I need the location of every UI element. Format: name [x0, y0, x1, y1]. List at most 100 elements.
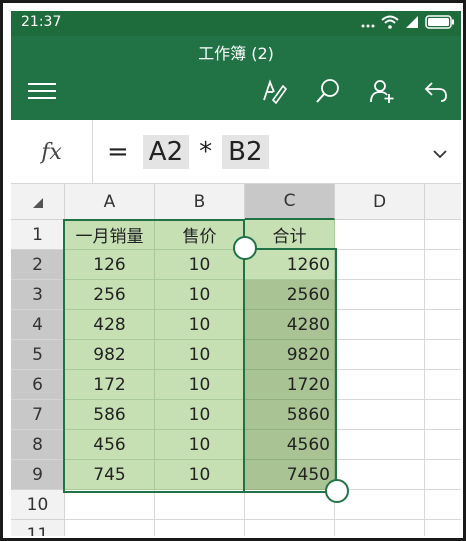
- cell-d3[interactable]: [335, 280, 425, 310]
- undo-button[interactable]: [421, 76, 451, 106]
- row-header-3[interactable]: 3: [11, 280, 65, 310]
- cell-a1[interactable]: 一月销量: [65, 220, 155, 250]
- cell-d4[interactable]: [335, 310, 425, 340]
- cell-blank[interactable]: [425, 460, 461, 490]
- cell-b5[interactable]: 10: [155, 340, 245, 370]
- cell-d9[interactable]: [335, 460, 425, 490]
- select-all-triangle-icon: [33, 198, 43, 208]
- column-header-blank[interactable]: [425, 184, 461, 220]
- search-button[interactable]: [313, 76, 343, 106]
- row-header-10[interactable]: 10: [11, 490, 65, 520]
- cell-b8[interactable]: 10: [155, 430, 245, 460]
- cell-a2[interactable]: 126: [65, 250, 155, 280]
- cell-c1[interactable]: 合计: [245, 220, 335, 250]
- cell-d6[interactable]: [335, 370, 425, 400]
- cell-c2[interactable]: 1260: [245, 250, 335, 280]
- edit-pen-icon: [263, 79, 287, 104]
- status-time: 21:37: [21, 14, 62, 30]
- row-header-8[interactable]: 8: [11, 430, 65, 460]
- cell-blank[interactable]: [425, 220, 461, 250]
- formula-ref-b2[interactable]: B2: [222, 135, 269, 169]
- cell-a11[interactable]: [65, 520, 155, 536]
- cell-blank[interactable]: [425, 430, 461, 460]
- share-person-icon: [370, 80, 394, 103]
- cell-a8[interactable]: 456: [65, 430, 155, 460]
- menu-button[interactable]: [27, 76, 57, 106]
- selection-start-handle[interactable]: [233, 236, 257, 260]
- cell-b1[interactable]: 售价: [155, 220, 245, 250]
- cell-c8[interactable]: 4560: [245, 430, 335, 460]
- row-header-1[interactable]: 1: [11, 220, 65, 250]
- cell-a9[interactable]: 745: [65, 460, 155, 490]
- column-header-a[interactable]: A: [65, 184, 155, 220]
- cell-b10[interactable]: [155, 490, 245, 520]
- row-header-6[interactable]: 6: [11, 370, 65, 400]
- cell-blank[interactable]: [425, 370, 461, 400]
- column-header-c[interactable]: C: [245, 184, 335, 220]
- cell-d1[interactable]: [335, 220, 425, 250]
- cell-b3[interactable]: 10: [155, 280, 245, 310]
- cell-blank[interactable]: [425, 400, 461, 430]
- cell-d2[interactable]: [335, 250, 425, 280]
- chevron-down-icon: [433, 150, 447, 159]
- formula-ref-a2[interactable]: A2: [142, 135, 190, 169]
- row-header-2[interactable]: 2: [11, 250, 65, 280]
- row-header-7[interactable]: 7: [11, 400, 65, 430]
- cell-b11[interactable]: [155, 520, 245, 536]
- column-header-b[interactable]: B: [155, 184, 245, 220]
- row-header-5[interactable]: 5: [11, 340, 65, 370]
- fx-label[interactable]: fx: [11, 120, 93, 184]
- battery-icon: [425, 14, 455, 33]
- cell-b9[interactable]: 10: [155, 460, 245, 490]
- edit-button[interactable]: [259, 76, 289, 106]
- cell-b7[interactable]: 10: [155, 400, 245, 430]
- spreadsheet-grid[interactable]: ABCD 1 2 3 4 5 6 7 8 9 10 11 一月销量 售价 合计 126 10 1260 256 1…: [11, 184, 461, 536]
- row-header-4[interactable]: 4: [11, 310, 65, 340]
- cell-a5[interactable]: 982: [65, 340, 155, 370]
- formula-equals: =: [107, 137, 129, 167]
- select-all-corner[interactable]: [11, 184, 65, 220]
- cell-a10[interactable]: [65, 490, 155, 520]
- cell-blank[interactable]: [425, 340, 461, 370]
- status-bar: 21:37: [11, 11, 461, 36]
- cell-c9[interactable]: 7450: [245, 460, 335, 490]
- cell-b4[interactable]: 10: [155, 310, 245, 340]
- cell-b6[interactable]: 10: [155, 370, 245, 400]
- cell-d10[interactable]: [335, 490, 425, 520]
- cell-d11[interactable]: [335, 520, 425, 536]
- cell-a4[interactable]: 428: [65, 310, 155, 340]
- cell-c4[interactable]: 4280: [245, 310, 335, 340]
- signal-icon: [405, 14, 419, 33]
- cell-blank[interactable]: [425, 250, 461, 280]
- formula-input[interactable]: = A2 * B2: [107, 132, 273, 172]
- cell-c3[interactable]: 2560: [245, 280, 335, 310]
- cell-d8[interactable]: [335, 430, 425, 460]
- cell-c10[interactable]: [245, 490, 335, 520]
- cell-d7[interactable]: [335, 400, 425, 430]
- formula-bar: fx = A2 * B2: [11, 120, 461, 184]
- share-button[interactable]: [367, 76, 397, 106]
- status-icons: [361, 14, 455, 33]
- app-toolbar: 工作簿 (2): [11, 36, 461, 120]
- cell-blank[interactable]: [425, 280, 461, 310]
- cell-blank[interactable]: [425, 310, 461, 340]
- wifi-icon: [381, 14, 399, 33]
- cell-d5[interactable]: [335, 340, 425, 370]
- cell-a6[interactable]: 172: [65, 370, 155, 400]
- column-header-d[interactable]: D: [335, 184, 425, 220]
- cell-blank[interactable]: [425, 520, 461, 536]
- row-header-9[interactable]: 9: [11, 460, 65, 490]
- cell-a7[interactable]: 586: [65, 400, 155, 430]
- cell-c11[interactable]: [245, 520, 335, 536]
- selection-end-handle[interactable]: [325, 479, 349, 503]
- cell-c7[interactable]: 5860: [245, 400, 335, 430]
- cell-blank[interactable]: [425, 490, 461, 520]
- cell-b2[interactable]: 10: [155, 250, 245, 280]
- cell-c5[interactable]: 9820: [245, 340, 335, 370]
- cell-a3[interactable]: 256: [65, 280, 155, 310]
- expand-formula-button[interactable]: [433, 144, 447, 163]
- formula-operator: *: [199, 137, 213, 167]
- menu-icon: [28, 83, 56, 99]
- row-header-11[interactable]: 11: [11, 520, 65, 536]
- cell-c6[interactable]: 1720: [245, 370, 335, 400]
